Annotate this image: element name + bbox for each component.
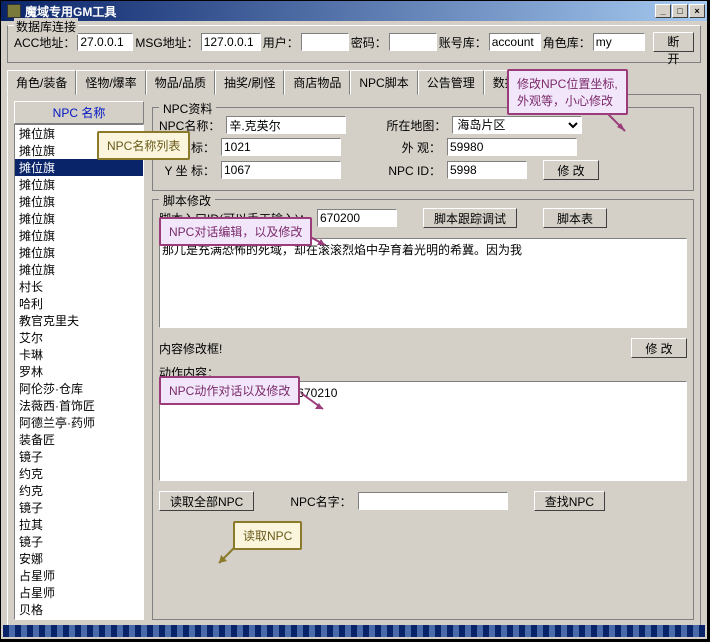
- npc-x-label: 标：: [159, 139, 215, 156]
- list-item[interactable]: 镜子: [15, 533, 143, 550]
- action-textarea[interactable]: 你指的是前方的火山吗？ 670210: [159, 381, 687, 481]
- list-item[interactable]: 摊位旗: [15, 142, 143, 159]
- list-item[interactable]: 阿伦莎·仓库: [15, 380, 143, 397]
- list-item[interactable]: 摊位旗: [15, 176, 143, 193]
- tab-8[interactable]: 修改精度: [562, 70, 628, 95]
- read-all-npc-button[interactable]: 读取全部NPC: [159, 491, 254, 511]
- script-trace-button[interactable]: 脚本跟踪调试: [423, 208, 517, 228]
- script-group: 脚本修改 脚本入口ID(可以手工输入)： 脚本跟踪调试 脚本表 那儿是充满恐怖的…: [152, 199, 694, 620]
- script-dialog-textarea[interactable]: 那儿是充满恐怖的死域，却在滚滚烈焰中孕育着光明的希冀。因为我: [159, 238, 687, 328]
- window-title: 魔域专用GM工具: [25, 3, 116, 20]
- npc-look-input[interactable]: [447, 138, 577, 156]
- tab-bar: 角色/装备怪物/爆率物品/品质抽奖/刷怪商店物品NPC脚本公告管理数据库操作修改…: [7, 69, 701, 95]
- list-item[interactable]: 贝格: [15, 601, 143, 618]
- tab-4[interactable]: 商店物品: [284, 70, 350, 95]
- list-item[interactable]: 摊位旗: [15, 210, 143, 227]
- list-item[interactable]: 拉其: [15, 516, 143, 533]
- minimize-button[interactable]: _: [655, 4, 671, 18]
- list-item[interactable]: 摊位旗: [15, 227, 143, 244]
- accdb-input[interactable]: [489, 33, 541, 51]
- acc-label: ACC地址：: [14, 34, 75, 51]
- list-item[interactable]: 阿德兰亭·药师: [15, 414, 143, 431]
- msg-label: MSG地址：: [135, 34, 198, 51]
- acc-input[interactable]: [77, 33, 133, 51]
- list-item[interactable]: 占星师: [15, 567, 143, 584]
- list-item[interactable]: 镜子: [15, 448, 143, 465]
- script-entry-input[interactable]: [317, 209, 397, 227]
- npc-name-input[interactable]: [226, 116, 346, 134]
- tab-0[interactable]: 角色/装备: [7, 70, 76, 95]
- npc-id-label: NPC ID：: [377, 162, 441, 179]
- list-item[interactable]: 摊位旗: [15, 244, 143, 261]
- list-item[interactable]: 约克: [15, 465, 143, 482]
- close-button[interactable]: ×: [689, 4, 705, 18]
- titlebar: 魔域专用GM工具 _ □ ×: [1, 1, 707, 21]
- script-entry-label: 脚本入口ID(可以手工输入)：: [159, 210, 311, 227]
- content-modify-button[interactable]: 修 改: [631, 338, 687, 358]
- db-connection-group: 数据库连接 ACC地址： MSG地址： 用户： 密码： 账号库： 角色库： 断开: [7, 25, 701, 63]
- npc-map-select[interactable]: 海岛片区: [452, 116, 582, 134]
- npc-map-label: 所在地图：: [382, 117, 446, 134]
- roledb-input[interactable]: [593, 33, 645, 51]
- list-item[interactable]: 村长: [15, 278, 143, 295]
- roledb-label: 角色库：: [543, 34, 591, 51]
- npc-info-legend: NPC资料: [159, 100, 216, 117]
- list-item[interactable]: 装备匠: [15, 431, 143, 448]
- npc-name-label: NPC名称：: [159, 117, 220, 134]
- npc-listbox[interactable]: 摊位旗摊位旗摊位旗摊位旗摊位旗摊位旗摊位旗摊位旗摊位旗村长哈利教官克里夫艾尔卡琳…: [14, 124, 144, 620]
- tab-2[interactable]: 物品/品质: [146, 70, 215, 95]
- app-window: 魔域专用GM工具 _ □ × 数据库连接 ACC地址： MSG地址： 用户： 密…: [0, 0, 708, 640]
- npc-x-input[interactable]: [221, 138, 341, 156]
- find-name-input[interactable]: [358, 492, 508, 510]
- user-label: 用户：: [263, 34, 299, 51]
- msg-input[interactable]: [201, 33, 261, 51]
- find-npc-button[interactable]: 查找NPC: [534, 491, 605, 511]
- list-item[interactable]: 占星师: [15, 584, 143, 601]
- npc-list-header: NPC 名称: [14, 101, 144, 124]
- pass-input[interactable]: [389, 33, 437, 51]
- app-icon: [7, 4, 21, 18]
- npc-y-label: Y 坐 标：: [159, 162, 215, 179]
- list-item[interactable]: 摊位旗: [15, 261, 143, 278]
- list-item[interactable]: 卡琳: [15, 346, 143, 363]
- pass-label: 密码：: [351, 34, 387, 51]
- action-label: 动作内容：: [159, 364, 687, 381]
- db-legend: 数据库连接: [14, 18, 78, 35]
- list-item[interactable]: 法薇西·首饰匠: [15, 397, 143, 414]
- list-item[interactable]: 约克: [15, 482, 143, 499]
- tab-6[interactable]: 公告管理: [418, 70, 484, 95]
- list-item[interactable]: 艾尔: [15, 329, 143, 346]
- tab-5[interactable]: NPC脚本: [350, 70, 417, 95]
- tab-1[interactable]: 怪物/爆率: [76, 70, 145, 95]
- disconnect-button[interactable]: 断开: [653, 32, 694, 52]
- list-item[interactable]: 拉娜: [15, 618, 143, 620]
- tab-panel: NPC 名称 摊位旗摊位旗摊位旗摊位旗摊位旗摊位旗摊位旗摊位旗摊位旗村长哈利教官…: [7, 95, 701, 627]
- tab-7[interactable]: 数据库操作: [484, 70, 562, 95]
- npc-id-input[interactable]: [447, 161, 527, 179]
- npc-y-input[interactable]: [221, 161, 341, 179]
- accdb-label: 账号库：: [439, 34, 487, 51]
- list-item[interactable]: 摊位旗: [15, 125, 143, 142]
- find-name-label: NPC名字：: [290, 493, 351, 510]
- npc-info-group: NPC资料 NPC名称： 所在地图： 海岛片区 标： 外: [152, 107, 694, 191]
- list-item[interactable]: 罗林: [15, 363, 143, 380]
- list-item[interactable]: 教官克里夫: [15, 312, 143, 329]
- list-item[interactable]: 摊位旗: [15, 159, 143, 176]
- script-legend: 脚本修改: [159, 192, 215, 209]
- list-item[interactable]: 摊位旗: [15, 193, 143, 210]
- list-item[interactable]: 安娜: [15, 550, 143, 567]
- npc-modify-button[interactable]: 修 改: [543, 160, 599, 180]
- list-item[interactable]: 哈利: [15, 295, 143, 312]
- content-mod-label: 内容修改框!: [159, 340, 222, 357]
- script-table-button[interactable]: 脚本表: [543, 208, 607, 228]
- status-bar: [3, 625, 705, 637]
- maximize-button[interactable]: □: [672, 4, 688, 18]
- npc-look-label: 外 观：: [377, 139, 441, 156]
- tab-3[interactable]: 抽奖/刷怪: [215, 70, 284, 95]
- user-input[interactable]: [301, 33, 349, 51]
- list-item[interactable]: 镜子: [15, 499, 143, 516]
